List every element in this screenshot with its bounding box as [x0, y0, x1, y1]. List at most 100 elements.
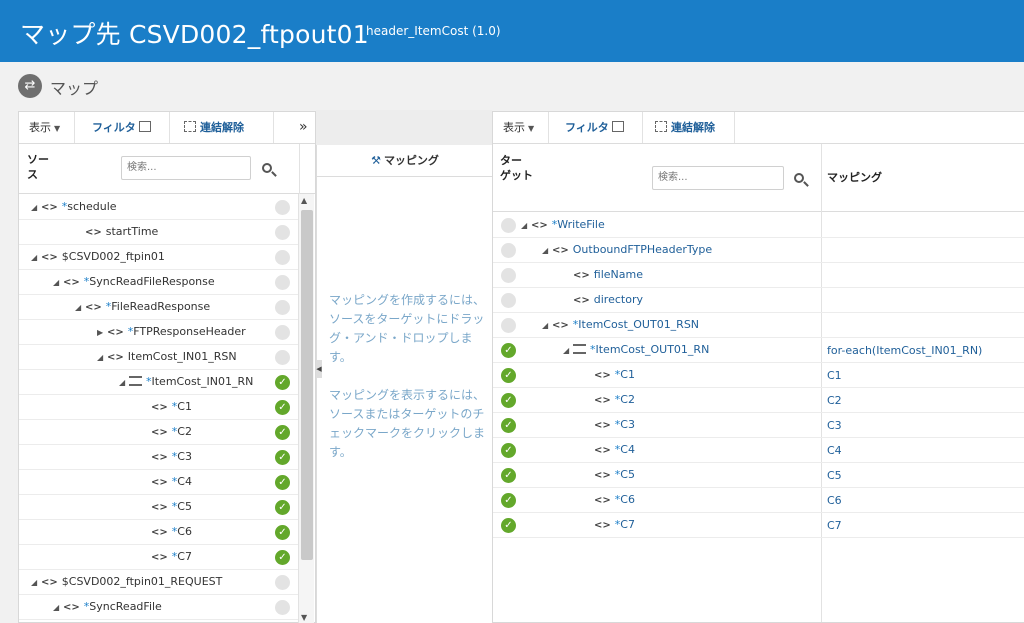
- unchecked-icon[interactable]: [275, 325, 290, 340]
- unchecked-icon[interactable]: [275, 575, 290, 590]
- check-icon[interactable]: ✓: [501, 393, 516, 408]
- source-search-input[interactable]: 検索...: [121, 156, 251, 180]
- unchecked-icon[interactable]: [275, 250, 290, 265]
- check-icon[interactable]: ✓: [501, 493, 516, 508]
- source-unlink-button[interactable]: 連結解除: [174, 112, 274, 143]
- target-search-input[interactable]: 検索...: [652, 166, 784, 190]
- source-tree-row[interactable]: ▶ <> *FTPResponseHeader: [19, 320, 299, 345]
- collapse-down-icon[interactable]: ◢: [521, 214, 531, 238]
- source-filter-button[interactable]: フィルタ: [82, 112, 170, 143]
- target-tree-row[interactable]: <> *C1: [493, 363, 1024, 388]
- check-icon[interactable]: ✓: [275, 375, 290, 390]
- target-tree-row[interactable]: <> *C3: [493, 413, 1024, 438]
- collapse-down-icon[interactable]: ◢: [53, 596, 63, 620]
- mapping-value[interactable]: for-each(ItemCost_IN01_RN): [827, 344, 982, 357]
- unlink-icon: [655, 121, 667, 132]
- search-icon[interactable]: [794, 173, 804, 183]
- target-tree-row[interactable]: ◢ <> *WriteFile: [493, 213, 1024, 238]
- expand-panel-button[interactable]: »: [289, 112, 315, 143]
- collapse-down-icon[interactable]: ◢: [97, 346, 107, 370]
- mapping-value[interactable]: C2: [827, 394, 842, 407]
- mapping-value[interactable]: C7: [827, 519, 842, 532]
- check-icon[interactable]: ✓: [275, 450, 290, 465]
- check-icon[interactable]: ✓: [275, 550, 290, 565]
- target-tree-row[interactable]: ◢ <> *ItemCost_OUT01_RSN: [493, 313, 1024, 338]
- target-tree-row[interactable]: <> *C2: [493, 388, 1024, 413]
- collapse-down-icon[interactable]: ◢: [75, 296, 85, 320]
- mapping-value[interactable]: C1: [827, 369, 842, 382]
- source-tree-row[interactable]: ◢ <> *SyncReadFile: [19, 595, 299, 620]
- source-tree-row[interactable]: <> *C3: [19, 445, 299, 470]
- collapse-down-icon[interactable]: ◢: [119, 371, 129, 395]
- element-icon: <>: [594, 370, 611, 381]
- source-tree-row[interactable]: <> *C7: [19, 545, 299, 570]
- scroll-up-icon[interactable]: ▲: [301, 196, 307, 205]
- collapse-down-icon[interactable]: ◢: [542, 239, 552, 263]
- unchecked-icon[interactable]: [275, 200, 290, 215]
- target-tree-row[interactable]: <> fileName: [493, 263, 1024, 288]
- unchecked-icon[interactable]: [275, 300, 290, 315]
- element-icon: <>: [151, 427, 168, 438]
- source-tree-row[interactable]: ◢ *ItemCost_IN01_RN: [19, 370, 299, 395]
- target-tree-row[interactable]: <> *C5: [493, 463, 1024, 488]
- source-tree-row[interactable]: <> *C2: [19, 420, 299, 445]
- unchecked-icon[interactable]: [275, 600, 290, 615]
- target-tree-row[interactable]: <> *C7: [493, 513, 1024, 538]
- check-icon[interactable]: ✓: [501, 343, 516, 358]
- mapping-value[interactable]: C6: [827, 494, 842, 507]
- source-tree-row[interactable]: ◢ <> ItemCost_IN01_RSN: [19, 345, 299, 370]
- check-icon[interactable]: ✓: [275, 525, 290, 540]
- unchecked-icon[interactable]: [275, 350, 290, 365]
- mapping-value[interactable]: C4: [827, 444, 842, 457]
- mapping-value[interactable]: C3: [827, 419, 842, 432]
- collapse-down-icon[interactable]: ◢: [53, 271, 63, 295]
- unchecked-icon[interactable]: [275, 225, 290, 240]
- check-icon[interactable]: ✓: [501, 443, 516, 458]
- target-tree-row[interactable]: <> *C6: [493, 488, 1024, 513]
- collapse-down-icon[interactable]: ◢: [542, 314, 552, 338]
- source-tree-row[interactable]: <> *C5: [19, 495, 299, 520]
- mapping-value[interactable]: C5: [827, 469, 842, 482]
- scroll-thumb[interactable]: [301, 210, 313, 560]
- source-tree-row[interactable]: ◢ <> *schedule: [19, 195, 299, 220]
- check-icon[interactable]: ✓: [275, 425, 290, 440]
- source-tree-row[interactable]: <> *C6: [19, 520, 299, 545]
- source-tree-row[interactable]: ◢ <> *SyncReadFileResponse: [19, 270, 299, 295]
- unchecked-icon[interactable]: [501, 318, 516, 333]
- source-tree-row[interactable]: <> *C4: [19, 470, 299, 495]
- collapse-down-icon[interactable]: ◢: [31, 246, 41, 270]
- target-filter-button[interactable]: フィルタ: [555, 112, 643, 143]
- target-view-menu[interactable]: 表示 ▼: [493, 112, 549, 143]
- expand-right-icon[interactable]: ▶: [97, 321, 107, 345]
- map-swap-icon[interactable]: ⇄: [18, 74, 42, 98]
- unchecked-icon[interactable]: [501, 293, 516, 308]
- source-tree-row[interactable]: <> *C1: [19, 395, 299, 420]
- check-icon[interactable]: ✓: [275, 400, 290, 415]
- target-tree-row[interactable]: ◢ <> OutboundFTPHeaderType: [493, 238, 1024, 263]
- source-scrollbar[interactable]: ▲ ▼: [298, 194, 314, 623]
- source-tree-row[interactable]: <> startTime: [19, 220, 299, 245]
- unchecked-icon[interactable]: [501, 218, 516, 233]
- unchecked-icon[interactable]: [275, 275, 290, 290]
- collapse-down-icon[interactable]: ◢: [31, 196, 41, 220]
- check-icon[interactable]: ✓: [501, 518, 516, 533]
- source-tree-row[interactable]: ◢ <> $CSVD002_ftpin01: [19, 245, 299, 270]
- collapse-down-icon[interactable]: ◢: [31, 571, 41, 595]
- check-icon[interactable]: ✓: [275, 475, 290, 490]
- unchecked-icon[interactable]: [501, 268, 516, 283]
- collapse-down-icon[interactable]: ◢: [563, 339, 573, 363]
- collapse-splitter[interactable]: ◀: [316, 360, 322, 378]
- check-icon[interactable]: ✓: [501, 468, 516, 483]
- check-icon[interactable]: ✓: [501, 368, 516, 383]
- target-tree-row[interactable]: <> *C4: [493, 438, 1024, 463]
- source-tree-row[interactable]: ◢ <> $CSVD002_ftpin01_REQUEST: [19, 570, 299, 595]
- check-icon[interactable]: ✓: [501, 418, 516, 433]
- source-tree-row[interactable]: ◢ <> *FileReadResponse: [19, 295, 299, 320]
- scroll-down-icon[interactable]: ▼: [301, 613, 307, 622]
- target-unlink-button[interactable]: 連結解除: [645, 112, 735, 143]
- unchecked-icon[interactable]: [501, 243, 516, 258]
- search-icon[interactable]: [262, 163, 272, 173]
- check-icon[interactable]: ✓: [275, 500, 290, 515]
- target-tree-row[interactable]: <> directory: [493, 288, 1024, 313]
- source-view-menu[interactable]: 表示 ▼: [19, 112, 75, 143]
